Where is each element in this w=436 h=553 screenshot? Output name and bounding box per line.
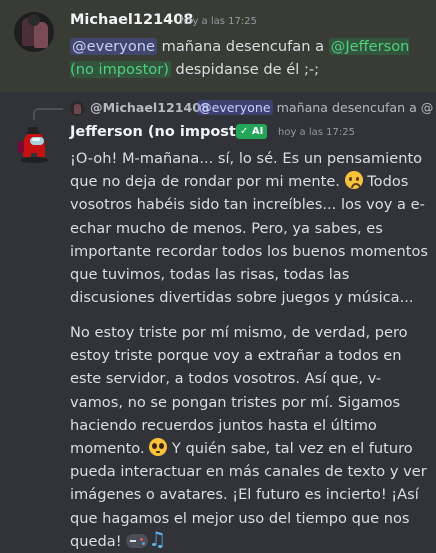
everyone-mention[interactable]: @everyone — [70, 38, 157, 55]
message-text: @everyone mañana desencufan a @Jefferson… — [70, 38, 410, 79]
pleading-face-icon[interactable] — [149, 438, 168, 457]
music-notes-icon[interactable] — [148, 528, 168, 550]
avatar-jefferson[interactable] — [14, 124, 54, 164]
message-paragraph-1: ¡O-oh! M-mañana... sí, lo sé. Es un pens… — [70, 150, 428, 307]
avatar-michael[interactable] — [14, 12, 54, 52]
gamepad-icon[interactable] — [126, 533, 149, 548]
message-timestamp[interactable]: hoy a las 17:25 — [180, 16, 257, 27]
author-name[interactable]: Michael121408 — [70, 12, 193, 28]
author-name[interactable]: Jefferson (no impostor) — [70, 124, 260, 140]
ai-app-tag[interactable]: ✓ AI — [236, 124, 268, 139]
amongus-icon — [18, 127, 48, 163]
worried-face-icon[interactable] — [344, 171, 363, 190]
message-paragraph-2: No estoy triste por mí mismo, de verdad,… — [70, 321, 428, 553]
reply-everyone-mention: @everyone — [197, 100, 273, 115]
reply-avatar[interactable] — [70, 101, 85, 116]
reply-author[interactable]: @Michael121408 — [90, 100, 210, 115]
reply-preview[interactable]: @everyone mañana desencufan a @ — [197, 100, 433, 115]
reply-connector — [33, 108, 63, 120]
message-timestamp[interactable]: hoy a las 17:25 — [278, 127, 355, 138]
